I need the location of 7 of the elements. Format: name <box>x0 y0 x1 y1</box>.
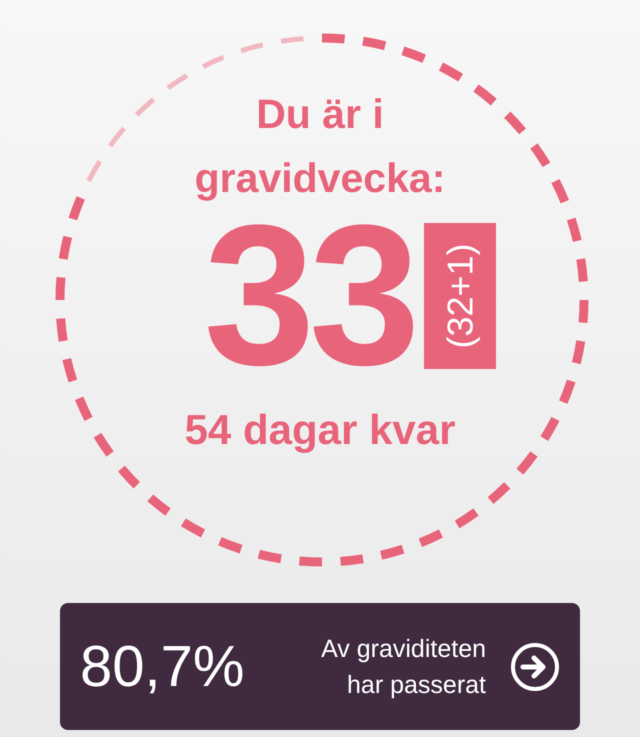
days-left-text: 54 dagar kvar <box>184 405 456 455</box>
week-detail-label: (32+1) <box>424 223 496 369</box>
week-number: 33 <box>204 216 414 376</box>
progress-percent: 80,7% <box>80 633 244 701</box>
heading: Du är i gravidvecka: <box>194 90 446 203</box>
arrow-circle-icon[interactable] <box>510 642 560 692</box>
progress-caption: Av graviditeten har passerat <box>320 634 486 700</box>
